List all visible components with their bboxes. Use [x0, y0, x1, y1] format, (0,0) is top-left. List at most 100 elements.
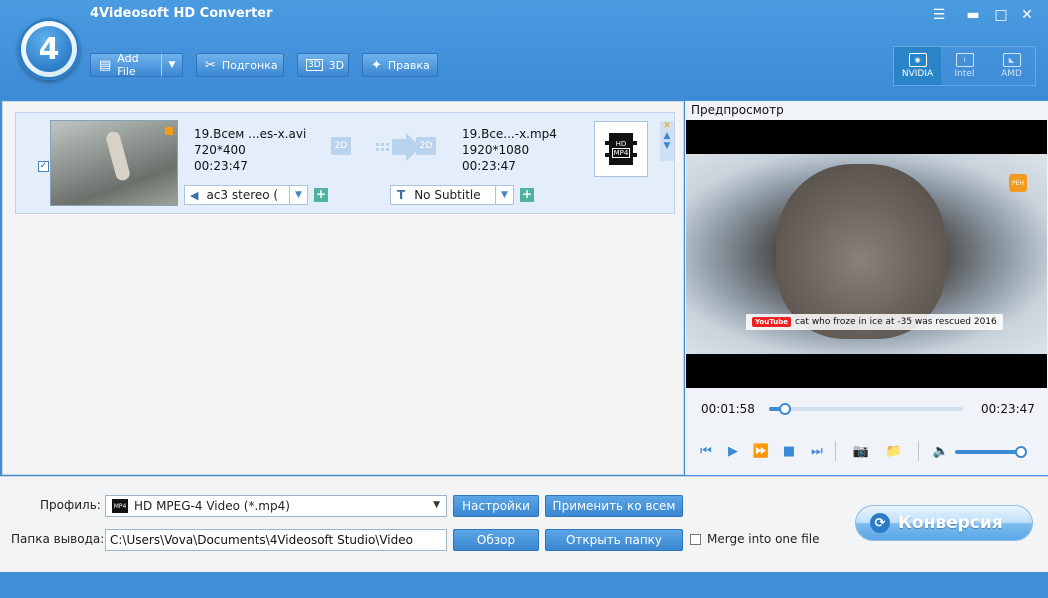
seek-bar[interactable]: [769, 403, 963, 415]
profile-value: HD MPEG-4 Video (*.mp4): [134, 499, 290, 513]
target-2d-tag: 2D: [416, 137, 436, 155]
video-caption-text: cat who froze in ice at -35 was rescued …: [794, 317, 997, 327]
source-2d-tag: 2D: [331, 137, 351, 155]
move-up-icon[interactable]: ▲: [664, 131, 671, 141]
file-list-panel: ✓ 19.Всем ...es-x.avi 720*400 00:23:47 2…: [2, 101, 684, 475]
merge-checkbox[interactable]: [690, 534, 701, 545]
stop-icon[interactable]: ■: [779, 441, 799, 461]
preview-screen[interactable]: РЕН YouTube cat who froze in ice at -35 …: [686, 120, 1047, 388]
apply-to-all-button[interactable]: Применить ко всем: [545, 495, 683, 517]
convert-button[interactable]: ⟳ Конверсия: [855, 505, 1033, 541]
settings-button[interactable]: Настройки: [453, 495, 539, 517]
subtitle-select[interactable]: T No Subtitle ▼: [390, 185, 514, 205]
browse-button[interactable]: Обзор: [453, 529, 539, 551]
maximize-button[interactable]: □: [990, 6, 1012, 24]
add-file-icon: ▤: [99, 57, 112, 73]
chevron-down-icon: ▼: [168, 60, 176, 70]
effects-star-icon: ✦: [371, 57, 382, 73]
play-icon[interactable]: ▶: [723, 441, 743, 461]
convert-arrow-icon: [376, 133, 421, 161]
subtitle-value: No Subtitle: [414, 188, 481, 202]
merge-label: Merge into one file: [707, 532, 820, 546]
edit-label: Правка: [387, 58, 430, 72]
format-badge-top: HD: [615, 140, 627, 148]
output-format-button[interactable]: HD MP4: [594, 121, 648, 177]
seek-bar-handle[interactable]: [778, 403, 791, 415]
volume-icon[interactable]: 🔈: [931, 441, 951, 461]
audio-track-select[interactable]: ◀ ac3 stereo ( ▼: [184, 185, 308, 205]
source-filename: 19.Всем ...es-x.avi: [194, 127, 307, 141]
current-time: 00:01:58: [701, 402, 755, 416]
output-folder-input[interactable]: C:\Users\Vova\Documents\4Videosoft Studi…: [105, 529, 447, 551]
add-file-button[interactable]: ▤ Add File: [90, 52, 162, 78]
close-button[interactable]: ✕: [1016, 6, 1038, 24]
top-toolbar: 4 4Videosoft HD Converter ☰ ▬ □ ✕ ▤ Add …: [0, 0, 1048, 100]
gpu-nvidia-label: NVIDIA: [901, 69, 934, 79]
app-title: 4Videosoft HD Converter: [90, 6, 273, 21]
open-folder-button[interactable]: Открыть папку: [545, 529, 683, 551]
3d-label: 3D: [328, 58, 345, 72]
divider: [918, 441, 919, 461]
channel-badge: РЕН: [1009, 174, 1027, 192]
youtube-logo: YouTube: [752, 317, 791, 327]
speaker-icon: ◀: [190, 188, 199, 202]
mp4-format-icon: MP4: [112, 499, 128, 513]
previous-icon[interactable]: ⏮: [696, 441, 716, 461]
preview-subject: [776, 164, 946, 339]
refresh-icon: ⟳: [870, 513, 890, 533]
divider: [835, 441, 836, 461]
video-caption: YouTube cat who froze in ice at -35 was …: [746, 314, 1003, 330]
minimize-button[interactable]: ▬: [962, 6, 984, 24]
app-logo: 4: [18, 18, 80, 80]
thumbnail-figure: [104, 130, 132, 182]
clip-label: Подгонка: [221, 58, 278, 72]
scissors-icon: ✂: [205, 57, 216, 73]
target-resolution: 1920*1080: [462, 143, 530, 157]
preview-video-frame: РЕН YouTube cat who froze in ice at -35 …: [686, 154, 1047, 354]
gpu-intel-label: Intel: [954, 69, 975, 79]
edit-button[interactable]: ✦ Правка: [362, 53, 438, 77]
total-time: 00:23:47: [981, 402, 1035, 416]
gpu-intel-button[interactable]: i Intel: [941, 47, 988, 85]
status-bar: [0, 573, 1048, 598]
profile-label: Профиль:: [40, 498, 101, 512]
source-duration: 00:23:47: [194, 159, 248, 173]
chevron-down-icon: ▼: [289, 186, 307, 204]
next-icon[interactable]: ⏭: [807, 441, 827, 461]
add-subtitle-button[interactable]: +: [520, 188, 534, 202]
file-list-item[interactable]: ✓ 19.Всем ...es-x.avi 720*400 00:23:47 2…: [15, 112, 675, 214]
film-mp4-icon: HD MP4: [605, 133, 637, 165]
source-resolution: 720*400: [194, 143, 246, 157]
gpu-amd-label: AMD: [1001, 69, 1022, 79]
gpu-amd-button[interactable]: ◣ AMD: [988, 47, 1035, 85]
amd-icon: ◣: [1002, 53, 1021, 67]
target-filename: 19.Все...-x.mp4: [462, 127, 557, 141]
3d-button[interactable]: 3D 3D: [297, 53, 349, 77]
snapshot-camera-icon[interactable]: 📷: [851, 441, 871, 461]
clip-button[interactable]: ✂ Подгонка: [196, 53, 284, 77]
row-tools: ✕ ▲ ▼: [660, 121, 674, 161]
preview-panel: Предпросмотр РЕН YouTube cat who froze i…: [685, 101, 1048, 475]
open-folder-icon[interactable]: 📁: [884, 441, 904, 461]
audio-track-value: ac3 stereo (: [206, 188, 279, 202]
move-down-icon[interactable]: ▼: [664, 141, 671, 151]
volume-slider-handle[interactable]: [1015, 446, 1027, 458]
preview-title: Предпросмотр: [691, 103, 784, 117]
nvidia-icon: ◉: [908, 53, 927, 67]
add-file-dropdown-button[interactable]: ▼: [161, 53, 183, 77]
intel-icon: i: [955, 53, 974, 67]
add-audio-track-button[interactable]: +: [314, 188, 328, 202]
format-badge-bottom: MP4: [611, 148, 631, 158]
file-select-checkbox[interactable]: ✓: [38, 161, 49, 172]
gpu-nvidia-button[interactable]: ◉ NVIDIA: [894, 47, 941, 85]
fast-forward-icon[interactable]: ⏩: [751, 441, 771, 461]
chevron-down-icon: ▼: [495, 186, 513, 204]
3d-icon: 3D: [306, 59, 323, 71]
convert-button-label: Конверсия: [898, 513, 1003, 533]
volume-slider[interactable]: [955, 446, 1027, 458]
profile-select[interactable]: MP4 HD MPEG-4 Video (*.mp4) ▼: [105, 495, 447, 517]
app-logo-mark: 4: [26, 26, 72, 72]
menu-icon[interactable]: ☰: [928, 6, 950, 24]
video-thumbnail[interactable]: [50, 120, 178, 206]
remove-icon[interactable]: ✕: [663, 121, 671, 131]
